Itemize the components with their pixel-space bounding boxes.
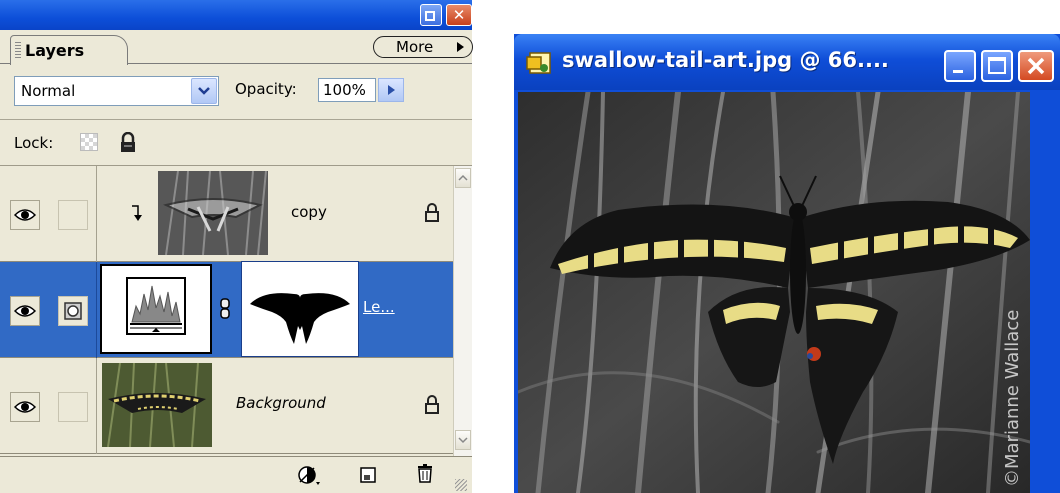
- scroll-up-button[interactable]: [455, 168, 471, 188]
- scroll-down-button[interactable]: [455, 430, 471, 450]
- grip-icon[interactable]: [15, 42, 21, 59]
- layer-row-levels[interactable]: Le...: [0, 261, 453, 358]
- layer-list: copy Le... Background: [0, 166, 453, 456]
- maximize-icon: [988, 57, 1006, 74]
- eye-icon: [14, 305, 36, 317]
- palette-close-button[interactable]: ✕: [446, 4, 472, 26]
- document-titlebar[interactable]: swallow-tail-art.jpg @ 66....: [514, 34, 1060, 90]
- opacity-slider-button[interactable]: [378, 78, 404, 102]
- document-title: swallow-tail-art.jpg @ 66....: [562, 48, 889, 72]
- layer-name[interactable]: Background: [236, 394, 326, 412]
- document-window: swallow-tail-art.jpg @ 66.... ©Marianne …: [514, 34, 1060, 493]
- trash-icon[interactable]: [416, 463, 434, 483]
- palette-tab-bar: Layers More: [0, 30, 473, 65]
- minimize-icon: [953, 70, 963, 73]
- tab-layers-label: Layers: [25, 41, 85, 60]
- close-icon: [1027, 57, 1045, 75]
- layer-visibility-toggle[interactable]: [10, 200, 40, 230]
- blend-mode-value: Normal: [21, 82, 76, 100]
- lock-all-button[interactable]: [118, 132, 138, 154]
- chevron-down-icon: [198, 87, 210, 95]
- layer-mask-toggle[interactable]: [58, 296, 88, 326]
- layer-name[interactable]: Le...: [363, 298, 395, 316]
- document-canvas[interactable]: ©Marianne Wallace: [518, 92, 1030, 493]
- document-maximize-button[interactable]: [981, 50, 1013, 82]
- layers-palette: ✕ Layers More Normal Opacity: 100% Lock:…: [0, 0, 473, 493]
- document-minimize-button[interactable]: [944, 50, 976, 82]
- clip-arrow-icon: [132, 205, 142, 221]
- blend-mode-select[interactable]: Normal: [14, 76, 219, 106]
- layer-name[interactable]: copy: [291, 203, 327, 221]
- arrow-right-icon: [388, 85, 395, 95]
- close-icon: ✕: [452, 5, 466, 24]
- document-close-button[interactable]: [1018, 50, 1054, 82]
- adjustment-thumbnail[interactable]: [100, 264, 212, 354]
- opacity-input[interactable]: 100%: [318, 78, 376, 102]
- histogram-icon: [126, 277, 186, 335]
- lock-row: Lock:: [0, 120, 472, 166]
- layer-link-toggle[interactable]: [58, 200, 88, 230]
- eye-icon: [14, 401, 36, 413]
- chevron-down-icon: [458, 437, 468, 444]
- adjustment-layer-icon[interactable]: [296, 465, 322, 487]
- more-button-label: More: [396, 38, 434, 56]
- palette-bottom-bar: [0, 456, 472, 493]
- butterfly-mask: [250, 293, 350, 344]
- layer-list-scrollbar[interactable]: [453, 166, 472, 456]
- chevron-up-icon: [458, 174, 468, 181]
- layer-thumbnail-background: [102, 363, 212, 447]
- padlock-icon: [425, 203, 439, 222]
- layer-link-toggle[interactable]: [58, 392, 88, 422]
- palette-restore-button[interactable]: [420, 4, 442, 26]
- opacity-label: Opacity:: [235, 80, 297, 98]
- restore-icon: [425, 11, 435, 21]
- layer-visibility-toggle[interactable]: [10, 392, 40, 422]
- layer-options-row: Normal Opacity: 100%: [0, 64, 472, 120]
- new-layer-icon[interactable]: [360, 467, 376, 483]
- layer-row-copy[interactable]: copy: [0, 166, 453, 262]
- layer-mask-thumbnail[interactable]: [241, 261, 359, 357]
- chain-link-icon[interactable]: [220, 298, 230, 320]
- layer-row-background[interactable]: Background: [0, 358, 453, 454]
- document-window-border: [1030, 92, 1060, 493]
- blend-mode-dropdown-button[interactable]: [191, 78, 217, 104]
- butterfly-photo: ©Marianne Wallace: [518, 92, 1030, 493]
- photo-watermark: ©Marianne Wallace: [1002, 310, 1023, 487]
- more-button[interactable]: More: [373, 36, 473, 58]
- resize-grip-icon[interactable]: [455, 479, 467, 491]
- layer-mask-icon: [64, 302, 82, 320]
- padlock-icon: [425, 395, 439, 414]
- tab-layers[interactable]: Layers: [10, 35, 128, 65]
- layer-thumbnail-copy: [158, 171, 268, 255]
- lock-transparency-button[interactable]: [80, 133, 98, 151]
- lock-label: Lock:: [14, 134, 54, 152]
- eye-icon: [14, 209, 36, 221]
- photoshop-document-icon: [526, 52, 551, 74]
- layer-visibility-toggle[interactable]: [10, 296, 40, 326]
- arrow-right-icon: [457, 42, 464, 52]
- palette-titlebar[interactable]: ✕: [0, 0, 472, 30]
